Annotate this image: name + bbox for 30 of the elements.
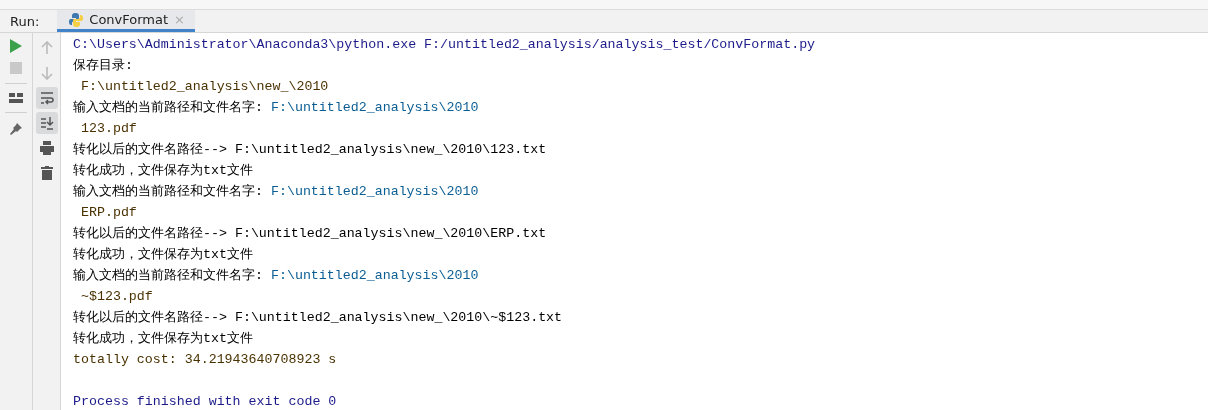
- input-text: F:\untitled2_analysis\2010: [270, 268, 479, 283]
- run-icon[interactable]: [10, 39, 22, 53]
- output-text: 输入文档的当前路径和文件名字:: [73, 268, 264, 283]
- output-text: ERP.pdf: [79, 205, 137, 220]
- output-text: 保存目录:: [73, 58, 133, 73]
- run-label: Run:: [9, 13, 41, 29]
- output-text: F:\untitled2_analysis\new_\2010: [79, 79, 329, 94]
- input-text: F:\untitled2_analysis\2010: [270, 100, 479, 115]
- output-text: 转化成功，文件保存为txt文件: [73, 331, 253, 346]
- command-line: Process finished with exit code 0: [73, 393, 337, 410]
- python-icon: [69, 12, 84, 27]
- layout-icon[interactable]: [9, 93, 23, 103]
- output-text: ~$123.pdf: [79, 289, 153, 304]
- output-text: 转化成功，文件保存为txt文件: [73, 247, 253, 262]
- run-tab[interactable]: ConvFormat ×: [57, 10, 195, 32]
- output-text: 123.pdf: [79, 121, 137, 136]
- print-icon[interactable]: [39, 141, 54, 155]
- scroll-to-end-icon[interactable]: [39, 116, 54, 130]
- output-text: totally cost: 34.21943640708923 s: [73, 352, 337, 367]
- output-text: 输入文档的当前路径和文件名字:: [73, 100, 264, 115]
- command-line: C:\Users\Administrator\Anaconda3\python.exe F:/untitled2_analysis/analysis_test/ConvFormat.py: [73, 37, 816, 52]
- trash-icon[interactable]: [40, 166, 53, 180]
- output-text: 转化以后的文件名路径--> F:\untitled2_analysis\new_\2010\123.txt: [73, 142, 547, 157]
- pin-icon[interactable]: [9, 122, 23, 136]
- output-text: 转化成功，文件保存为txt文件: [73, 163, 253, 178]
- output-text: 转化以后的文件名路径--> F:\untitled2_analysis\new_\2010\ERP.txt: [73, 226, 547, 241]
- output-text: 输入文档的当前路径和文件名字:: [73, 184, 264, 199]
- output-text: 转化以后的文件名路径--> F:\untitled2_analysis\new_\2010\~$123.txt: [73, 310, 563, 325]
- soft-wrap-icon[interactable]: [39, 91, 54, 105]
- input-text: F:\untitled2_analysis\2010: [270, 184, 479, 199]
